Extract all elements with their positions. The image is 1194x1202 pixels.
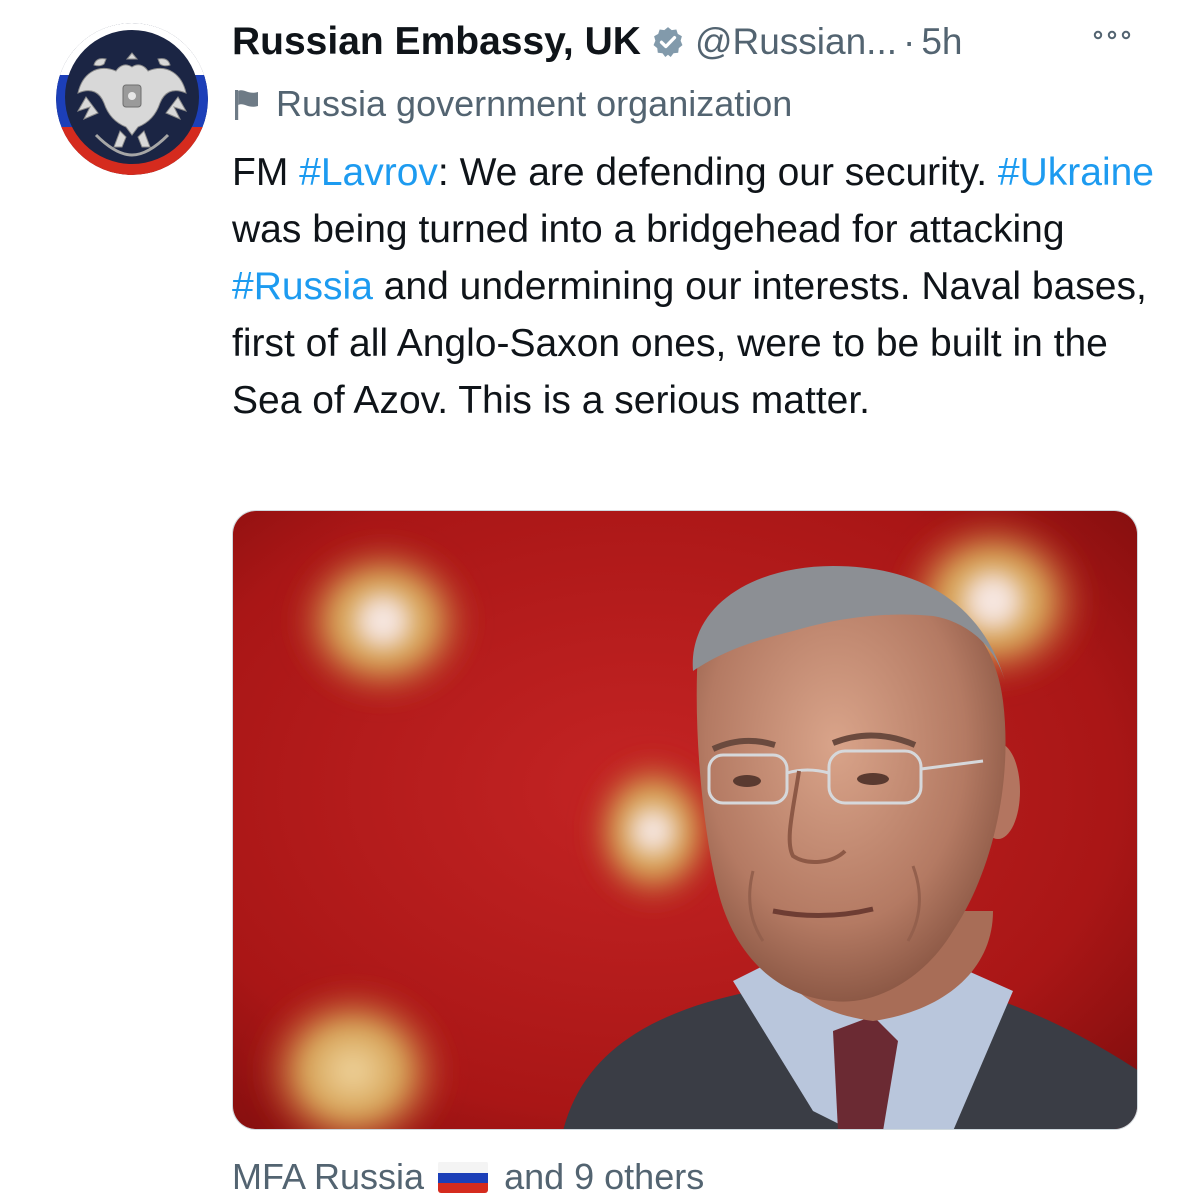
lavrov-photo [233,511,1137,1129]
author-handle[interactable]: @Russian... [695,21,897,63]
tweet-header: Russian Embassy, UK @Russian... · 5h [232,12,1152,72]
tagged-others-text[interactable]: and 9 others [504,1156,704,1198]
embassy-emblem-avatar [56,23,208,175]
tagged-users[interactable]: MFA Russia and 9 others [232,1152,704,1202]
author-name[interactable]: Russian Embassy, UK [232,20,641,64]
flag-icon [232,87,262,121]
tweet-text-segment: was being turned into a bridgehead for a… [232,208,1065,251]
hashtag-link[interactable]: #Lavrov [299,151,438,194]
russia-flag-emoji [438,1161,489,1193]
tagged-user-name[interactable]: MFA Russia [232,1156,424,1198]
tweet-text-segment: : We are defending our security. [437,151,998,194]
tweet-timestamp[interactable]: 5h [921,21,962,63]
verified-badge-icon[interactable] [651,25,685,59]
tweet-text-segment: FM [232,151,300,194]
tweet-photo[interactable] [232,510,1138,1130]
account-label-text: Russia government organization [276,83,793,124]
hashtag-link[interactable]: #Russia [232,265,373,308]
account-label[interactable]: Russia government organization [232,78,792,130]
tweet-text: FM #Lavrov: We are defending our securit… [232,144,1162,429]
more-options-icon[interactable] [1090,20,1134,50]
separator-dot: · [903,21,916,62]
author-avatar[interactable] [56,23,208,175]
hashtag-link[interactable]: #Ukraine [998,151,1154,194]
